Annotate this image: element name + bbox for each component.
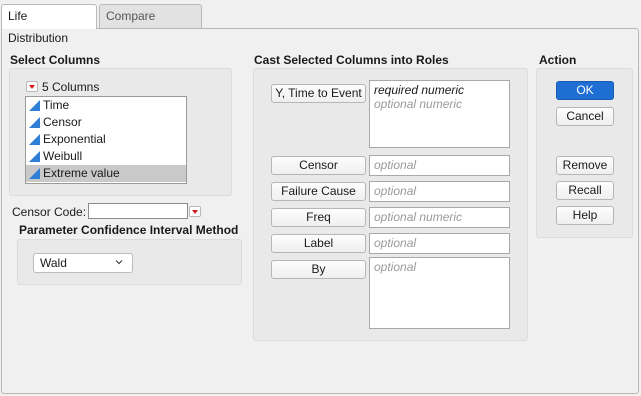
select-columns-title: Select Columns bbox=[10, 53, 101, 67]
continuous-column-icon bbox=[29, 168, 40, 179]
columns-menu-arrow-icon[interactable] bbox=[26, 81, 38, 92]
columns-listbox[interactable]: Time Censor Exponential Weibull Extreme valu… bbox=[25, 96, 187, 184]
label-button[interactable]: Label bbox=[271, 234, 366, 253]
param-ci-title: Parameter Confidence Interval Method bbox=[19, 223, 239, 237]
failure-cause-field[interactable]: optional bbox=[369, 181, 510, 202]
column-name: Weibull bbox=[43, 149, 83, 163]
column-list-item[interactable]: Censor bbox=[26, 114, 186, 131]
tab-compare-groups[interactable]: Compare Groups bbox=[99, 4, 202, 45]
param-ci-selected: Wald bbox=[40, 256, 67, 270]
action-title: Action bbox=[539, 53, 577, 67]
freq-button[interactable]: Freq bbox=[271, 208, 366, 227]
roles-title: Cast Selected Columns into Roles bbox=[254, 53, 449, 67]
column-list-item[interactable]: Exponential bbox=[26, 131, 186, 148]
y-required-hint: required numeric bbox=[374, 83, 465, 97]
continuous-column-icon bbox=[29, 134, 40, 145]
failure-cause-button[interactable]: Failure Cause bbox=[271, 182, 366, 201]
censor-role-field[interactable]: optional bbox=[369, 155, 510, 176]
help-button[interactable]: Help bbox=[556, 206, 614, 225]
label-field[interactable]: optional bbox=[369, 233, 510, 254]
column-count-label: 5 Columns bbox=[42, 80, 100, 94]
column-list-item[interactable]: Extreme value bbox=[26, 165, 186, 182]
column-name: Extreme value bbox=[43, 166, 120, 180]
y-time-to-event-button[interactable]: Y, Time to Event bbox=[271, 84, 366, 103]
continuous-column-icon bbox=[29, 117, 40, 128]
y-optional-hint: optional numeric bbox=[374, 97, 463, 111]
censor-code-label: Censor Code: bbox=[12, 205, 87, 219]
continuous-column-icon bbox=[29, 151, 40, 162]
by-field[interactable]: optional bbox=[369, 257, 510, 329]
by-button[interactable]: By bbox=[271, 260, 366, 279]
column-name: Time bbox=[43, 98, 70, 112]
tab-life-distribution[interactable]: Life Distribution bbox=[1, 4, 97, 45]
column-name: Exponential bbox=[43, 132, 106, 146]
column-list-item[interactable]: Time bbox=[26, 97, 186, 114]
y-time-to-event-field[interactable]: required numeric optional numeric bbox=[369, 80, 510, 148]
chevron-down-icon bbox=[115, 260, 123, 265]
censor-code-menu-arrow-icon[interactable] bbox=[189, 206, 201, 217]
column-name: Censor bbox=[43, 115, 82, 129]
remove-button[interactable]: Remove bbox=[556, 156, 614, 175]
column-list-item[interactable]: Weibull bbox=[26, 148, 186, 165]
censor-role-button[interactable]: Censor bbox=[271, 156, 366, 175]
censor-code-input[interactable] bbox=[88, 203, 188, 219]
ok-button[interactable]: OK bbox=[556, 81, 614, 100]
param-ci-dropdown[interactable]: Wald bbox=[33, 253, 133, 273]
freq-field[interactable]: optional numeric bbox=[369, 207, 510, 228]
cancel-button[interactable]: Cancel bbox=[556, 107, 614, 126]
continuous-column-icon bbox=[29, 100, 40, 111]
recall-button[interactable]: Recall bbox=[556, 181, 614, 200]
